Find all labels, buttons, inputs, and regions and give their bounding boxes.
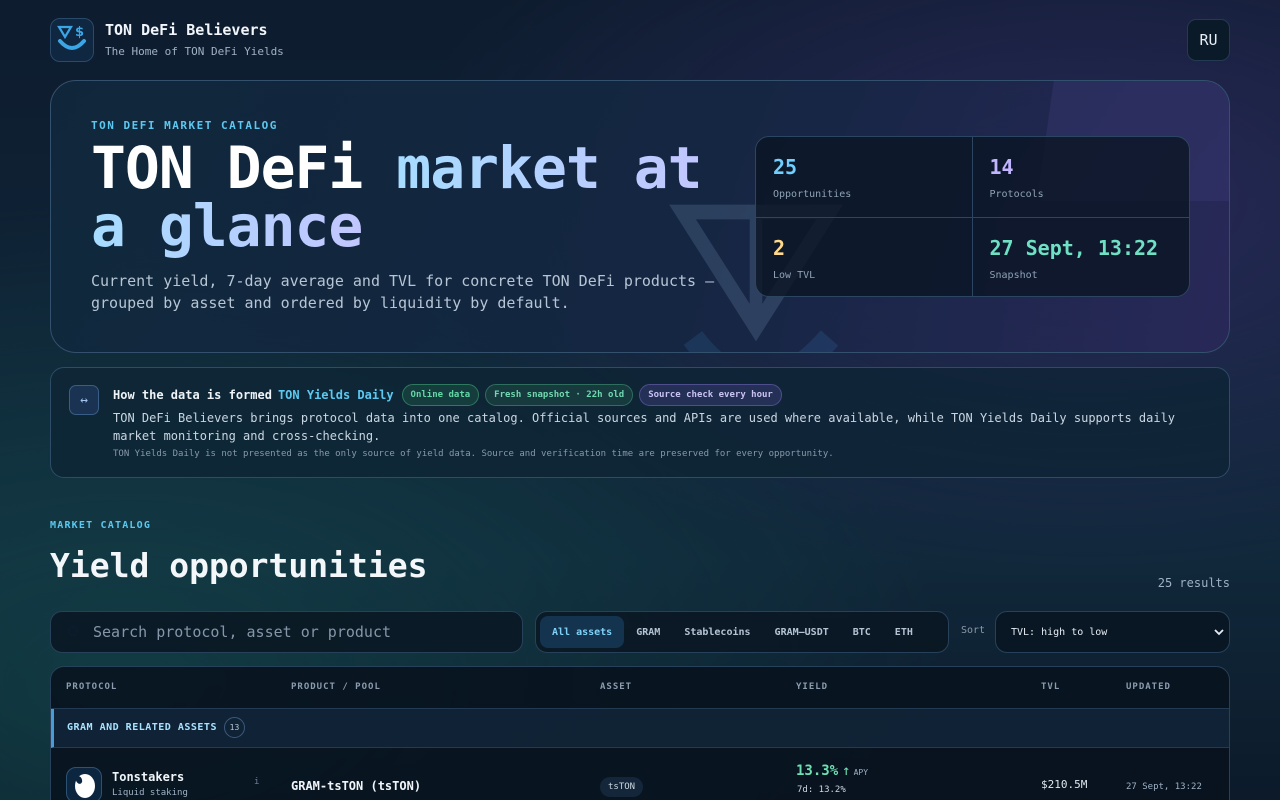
hero-description: Current yield, 7-day average and TVL for… — [91, 272, 715, 312]
asset-pill: tsTON — [600, 777, 644, 797]
protocol-name: Tonstakers — [112, 770, 185, 784]
stat-opportunities: 25 Opportunities — [756, 137, 973, 218]
stat-snapshot: 27 Sept, 13:22 Snapshot — [973, 218, 1190, 296]
column-header-protocol[interactable]: PROTOCOL — [66, 682, 117, 692]
filter-stablecoins[interactable]: Stablecoins — [672, 616, 762, 648]
filter-btc[interactable]: BTC — [841, 616, 883, 648]
badge-fresh-snapshot: Fresh snapshot · 22h old — [485, 384, 634, 406]
chevron-down-icon — [1214, 629, 1224, 636]
info-icon[interactable]: i — [254, 777, 259, 787]
search-box — [50, 611, 523, 653]
filter-gram[interactable]: GRAM — [624, 616, 672, 648]
stat-protocols: 14 Protocols — [972, 137, 1189, 218]
stat-label: Protocols — [989, 189, 1044, 200]
info-body: TON DeFi Believers brings protocol data … — [113, 411, 1176, 443]
results-count: 25 results — [1157, 576, 1230, 590]
hero-panel: TON DEFI MARKET CATALOG TON DeFi market … — [50, 80, 1230, 353]
yield-7d-average: 7d: 13.2% — [797, 785, 846, 795]
opportunities-table: PROTOCOL PRODUCT / POOL ASSET YIELD TVL … — [50, 666, 1230, 800]
arrows-horizontal-icon: ↔ — [69, 385, 99, 415]
group-count-badge: 13 — [224, 717, 245, 738]
hero-title-part2: a glance — [91, 192, 363, 260]
search-icon — [67, 625, 79, 637]
group-label: GRAM AND RELATED ASSETS — [67, 722, 217, 733]
protocol-logo-icon — [75, 774, 95, 798]
filter-all-assets[interactable]: All assets — [540, 616, 625, 648]
tonstakers-logo-icon — [66, 767, 102, 800]
info-header: How the data is formed TON Yields Daily … — [113, 384, 782, 406]
column-header-updated[interactable]: UPDATED — [1126, 682, 1171, 692]
stat-label: Snapshot — [989, 270, 1038, 281]
site-header: $ TON DeFi Believers The Home of TON DeF… — [50, 18, 1230, 62]
stat-value: 27 Sept, 13:22 — [989, 236, 1159, 260]
yield-percent: 13.3% — [796, 763, 839, 779]
stats-grid: 25 Opportunities 14 Protocols 2 Low TVL … — [755, 136, 1190, 297]
updated-time: 27 Sept, 13:22 — [1126, 782, 1202, 792]
stat-label: Opportunities — [773, 189, 852, 200]
brand-subtitle: The Home of TON DeFi Yields — [105, 45, 284, 58]
ton-smile-logo-icon: $ — [57, 25, 86, 50]
asset-group-header[interactable]: GRAM AND RELATED ASSETS 13 — [51, 709, 1229, 748]
product-name: GRAM-tsTON (tsTON) — [291, 779, 422, 793]
hero-eyebrow: TON DEFI MARKET CATALOG — [91, 119, 278, 132]
column-header-yield[interactable]: YIELD — [796, 682, 828, 692]
search-input[interactable] — [93, 621, 503, 643]
stat-value: 14 — [989, 155, 1014, 179]
ton-yields-daily-link[interactable]: TON Yields Daily — [278, 388, 394, 402]
hero-title: TON DeFi market at a glance — [91, 139, 731, 255]
catalog-title: Yield opportunities — [50, 546, 428, 585]
column-header-product[interactable]: PRODUCT / POOL — [291, 682, 381, 692]
catalog-eyebrow: MARKET CATALOG — [50, 520, 152, 531]
yield-value: 13.3% ↑ APY — [796, 763, 868, 779]
info-note: TON Yields Daily is not presented as the… — [113, 449, 834, 459]
brand-title: TON DeFi Believers — [105, 21, 268, 39]
filter-eth[interactable]: ETH — [883, 616, 925, 648]
trend-up-icon: ↑ — [842, 763, 851, 779]
filter-gram-usdt[interactable]: GRAM–USDT — [763, 616, 841, 648]
yield-unit: APY — [853, 768, 869, 777]
badge-online-data: Online data — [401, 384, 480, 406]
asset-filter-group: All assets GRAM Stablecoins GRAM–USDT BT… — [535, 611, 949, 653]
badge-source-check: Source check every hour — [639, 384, 782, 406]
sort-select[interactable]: TVL: high to low — [995, 611, 1230, 653]
hero-title-accent: market at — [396, 134, 702, 202]
data-source-info: ↔ How the data is formed TON Yields Dail… — [50, 367, 1230, 478]
protocol-type: Liquid staking — [112, 788, 188, 798]
stat-label: Low TVL — [773, 270, 816, 281]
stat-value: 25 — [773, 155, 798, 179]
column-header-asset[interactable]: ASSET — [600, 682, 632, 692]
stat-value: 2 — [773, 236, 786, 260]
column-header-tvl[interactable]: TVL — [1041, 682, 1060, 692]
table-row[interactable]: Tonstakers Liquid staking i GRAM-tsTON (… — [51, 749, 1229, 800]
sort-value: TVL: high to low — [1011, 626, 1108, 638]
svg-text:$: $ — [75, 25, 84, 40]
tvl-value: $210.5M — [1041, 778, 1088, 791]
brand-logo[interactable]: $ — [50, 18, 94, 62]
sort-label: Sort — [961, 625, 986, 636]
info-title: How the data is formed — [113, 388, 272, 402]
stat-low-tvl: 2 Low TVL — [756, 218, 973, 296]
language-switch-button[interactable]: RU — [1187, 19, 1230, 61]
